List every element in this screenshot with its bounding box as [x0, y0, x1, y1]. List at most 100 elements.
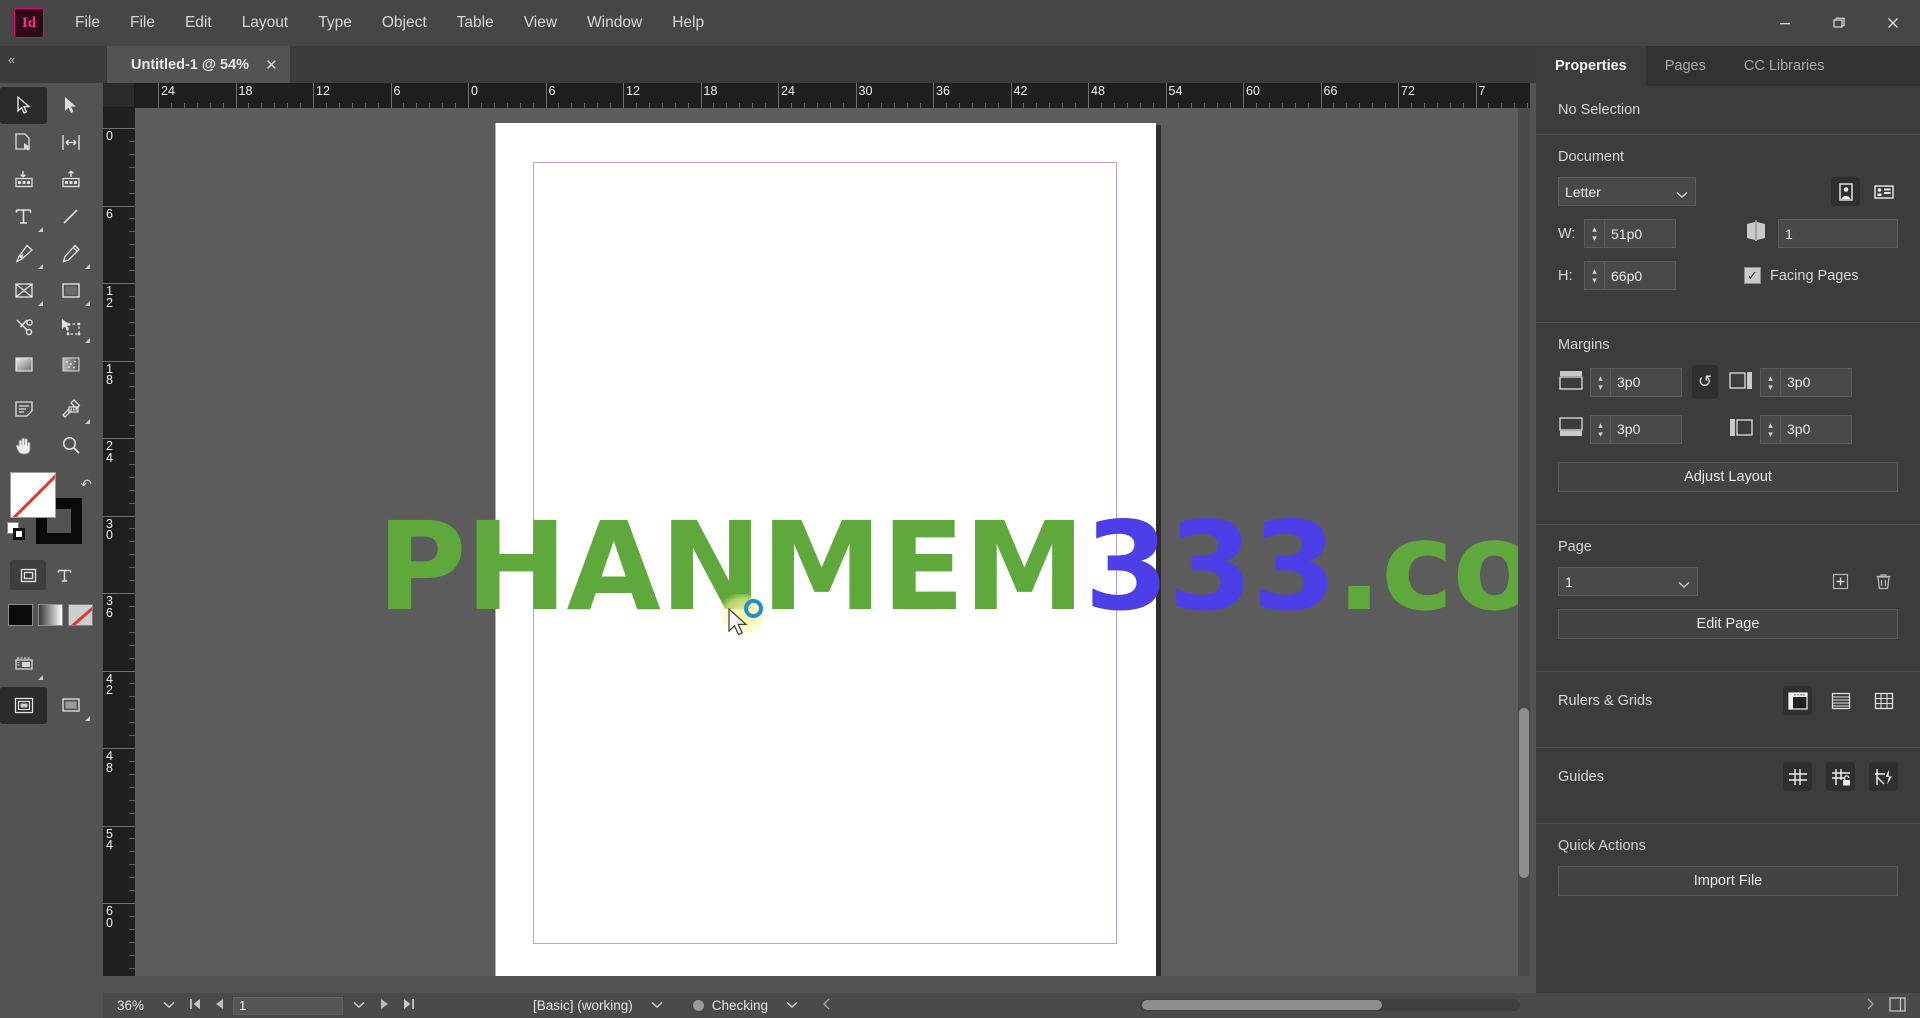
document-canvas[interactable]: PHANMEM333.com: [135, 108, 1530, 976]
apply-gradient-swatch[interactable]: [38, 604, 63, 626]
normal-view-mode-tool[interactable]: [0, 687, 47, 724]
last-page-icon[interactable]: [396, 998, 421, 1013]
page-select[interactable]: 1: [1558, 567, 1698, 596]
screen-mode-tool[interactable]: [0, 646, 47, 683]
flyout-indicator-icon[interactable]: [85, 338, 90, 343]
page-count-input[interactable]: [1778, 219, 1898, 248]
horizontal-scrollbar-thumb[interactable]: [1142, 1000, 1382, 1010]
gap-tool[interactable]: [47, 124, 94, 161]
rectangle-tool[interactable]: [47, 272, 94, 309]
menu-object[interactable]: Object: [367, 0, 442, 46]
chevron-up-icon[interactable]: ▴: [1768, 373, 1773, 382]
menu-table[interactable]: Table: [442, 0, 509, 46]
preflight-status-chevron-down-icon[interactable]: [768, 1000, 806, 1012]
lock-guides-button[interactable]: [1826, 762, 1855, 791]
tab-cc-libraries[interactable]: CC Libraries: [1725, 46, 1844, 86]
height-input[interactable]: [1604, 261, 1676, 290]
smart-guides-button[interactable]: [1869, 762, 1898, 791]
gradient-feather-tool[interactable]: [47, 346, 94, 383]
tab-pages[interactable]: Pages: [1646, 46, 1725, 86]
menu-type[interactable]: Type: [303, 0, 367, 46]
preflight-chevron-down-icon[interactable]: [633, 1000, 671, 1012]
type-tool[interactable]: [0, 198, 47, 235]
chevron-down-icon[interactable]: ▾: [1598, 429, 1603, 438]
zoom-tool[interactable]: [47, 427, 94, 464]
document-tab[interactable]: Untitled-1 @ 54% ✕: [107, 46, 290, 83]
format-affects-text-button[interactable]: [46, 560, 82, 590]
content-placer-tool[interactable]: [47, 161, 94, 198]
scissors-tool[interactable]: [0, 309, 47, 346]
next-page-icon[interactable]: [373, 998, 396, 1013]
content-collector-tool[interactable]: [0, 161, 47, 198]
pencil-tool[interactable]: [47, 235, 94, 272]
margin-left-input[interactable]: [1780, 414, 1852, 444]
menu-file-2[interactable]: File: [115, 0, 170, 46]
minimize-button[interactable]: [1758, 0, 1812, 46]
menu-window[interactable]: Window: [572, 0, 657, 46]
flyout-indicator-icon[interactable]: [38, 227, 43, 232]
flyout-indicator-icon[interactable]: [38, 264, 43, 269]
vertical-ruler[interactable]: 0612182430364248546066: [103, 108, 135, 976]
line-tool[interactable]: [47, 198, 94, 235]
restore-button[interactable]: [1812, 0, 1866, 46]
orientation-portrait-button[interactable]: [1831, 177, 1860, 206]
frame-tool[interactable]: [0, 272, 47, 309]
menu-file-1[interactable]: File: [60, 0, 115, 46]
hand-tool[interactable]: [0, 427, 47, 464]
add-page-button[interactable]: [1826, 567, 1855, 596]
swap-fill-stroke-icon[interactable]: ↶: [80, 476, 92, 493]
note-tool[interactable]: [0, 390, 47, 427]
page-tool[interactable]: [0, 124, 47, 161]
page-number-input[interactable]: 1: [233, 996, 343, 1015]
margin-right-input[interactable]: [1780, 367, 1852, 397]
flyout-indicator-icon[interactable]: [85, 301, 90, 306]
chevron-up-icon[interactable]: ▴: [1592, 225, 1597, 234]
chevron-up-icon[interactable]: ▴: [1768, 420, 1773, 429]
menu-layout[interactable]: Layout: [227, 0, 304, 46]
show-guides-button[interactable]: [1783, 762, 1812, 791]
show-rulers-button[interactable]: [1783, 686, 1812, 715]
flyout-indicator-icon[interactable]: [38, 301, 43, 306]
facing-pages-row[interactable]: ✓ Facing Pages: [1744, 267, 1898, 284]
margin-top-input[interactable]: [1610, 367, 1682, 397]
vertical-scrollbar-thumb[interactable]: [1519, 708, 1529, 878]
chevron-down-icon[interactable]: ▾: [1598, 382, 1603, 391]
free-transform-tool[interactable]: [47, 309, 94, 346]
baseline-grid-button[interactable]: [1826, 686, 1855, 715]
vertical-scrollbar-track[interactable]: [1518, 108, 1530, 976]
selection-tool[interactable]: [0, 87, 47, 124]
tab-properties[interactable]: Properties: [1536, 46, 1646, 86]
close-button[interactable]: [1866, 0, 1920, 46]
margin-top-stepper[interactable]: ▴ ▾: [1590, 367, 1610, 397]
preflight-profile-group[interactable]: [Basic] (working): [533, 998, 671, 1013]
page-size-select[interactable]: LetterLegalTabloidA4A3Custom: [1558, 177, 1696, 206]
delete-page-button[interactable]: [1869, 567, 1898, 596]
horizontal-ruler[interactable]: 24 18 12 6 0 6 12 18 24 30 36 42 48 54 60 66 72 7: [135, 83, 1530, 108]
flyout-indicator-icon[interactable]: [85, 419, 90, 424]
menu-help[interactable]: Help: [657, 0, 719, 46]
margin-right-stepper[interactable]: ▴ ▾: [1760, 367, 1780, 397]
chevron-up-icon[interactable]: ▴: [1592, 267, 1597, 276]
facing-pages-checkbox[interactable]: ✓: [1744, 267, 1761, 284]
chevron-down-icon[interactable]: ▾: [1768, 429, 1773, 438]
link-margins-icon[interactable]: ↺: [1692, 365, 1718, 399]
grid-view-icon[interactable]: [1883, 996, 1920, 1015]
import-file-button[interactable]: Import File: [1558, 866, 1898, 896]
fill-swatch[interactable]: [10, 472, 56, 518]
zoom-chevron-down-icon[interactable]: [155, 1000, 183, 1012]
preview-mode-tool[interactable]: [47, 687, 94, 724]
margin-left-stepper[interactable]: ▴ ▾: [1760, 414, 1780, 444]
chevron-down-icon[interactable]: ▾: [1592, 234, 1597, 243]
menu-view[interactable]: View: [509, 0, 572, 46]
collapse-panel-icon[interactable]: «: [8, 52, 15, 67]
document-page[interactable]: [495, 123, 1156, 976]
flyout-indicator-icon[interactable]: [85, 264, 90, 269]
chevron-down-icon[interactable]: ▾: [1592, 276, 1597, 285]
gradient-swatch-tool[interactable]: [0, 346, 47, 383]
apply-color-swatch[interactable]: [8, 604, 33, 626]
format-affects-container-button[interactable]: [10, 560, 46, 590]
edit-page-button[interactable]: Edit Page: [1558, 609, 1898, 639]
color-theme-tool[interactable]: [47, 390, 94, 427]
chevron-up-icon[interactable]: ▴: [1598, 373, 1603, 382]
document-grid-button[interactable]: [1869, 686, 1898, 715]
